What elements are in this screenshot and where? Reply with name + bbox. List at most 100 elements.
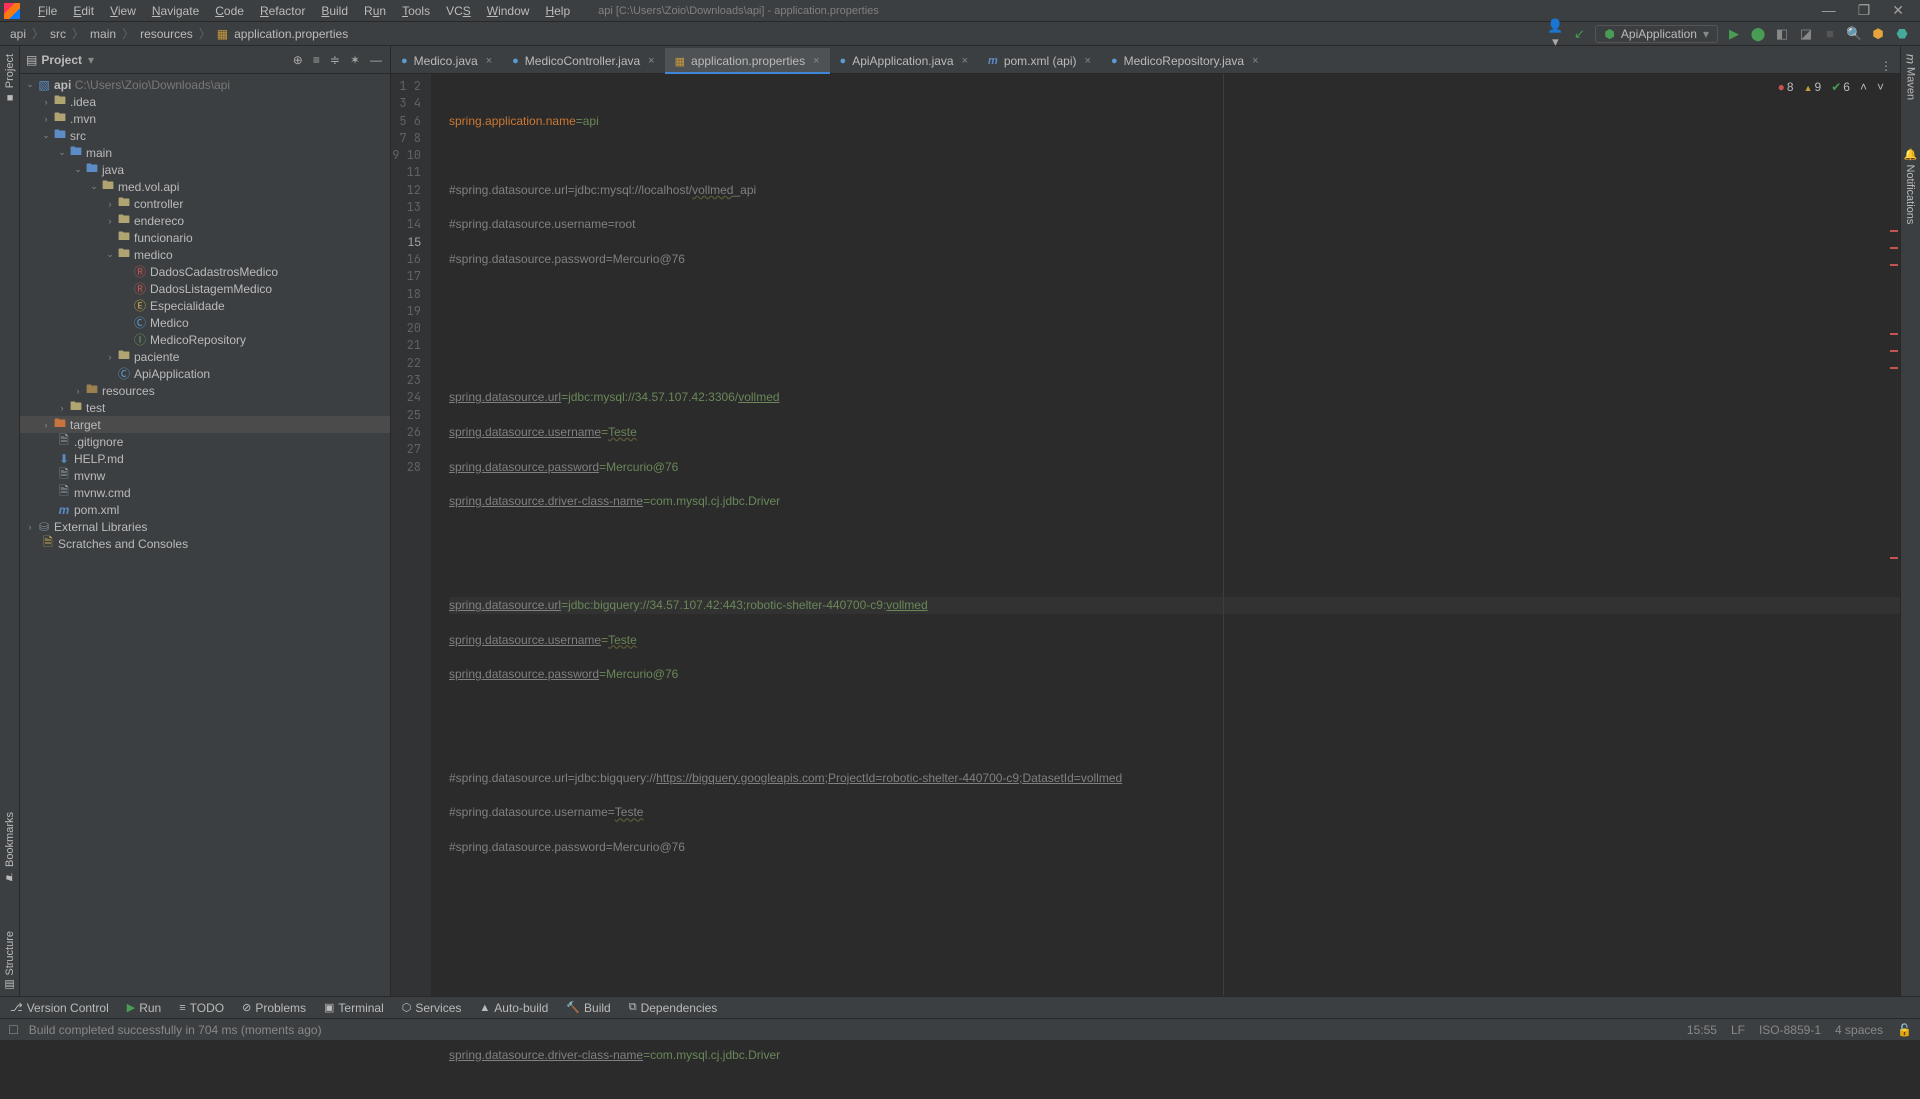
- vcs-update-icon[interactable]: ↙: [1571, 26, 1587, 42]
- tab-medicorepository[interactable]: MedicoRepository.java×: [1101, 47, 1269, 73]
- close-icon[interactable]: ✕: [1892, 2, 1904, 19]
- main-area: ■ Project ⚑ Bookmarks ▤ Structure ▤ Proj…: [0, 46, 1920, 996]
- menu-build[interactable]: Build: [313, 4, 356, 18]
- inspection-widget[interactable]: 8 9 6 ˄ ˅: [1774, 78, 1888, 96]
- ide-settings-icon[interactable]: ⬢: [1870, 26, 1886, 42]
- run-icon[interactable]: [1726, 26, 1742, 42]
- menu-refactor[interactable]: Refactor: [252, 4, 313, 18]
- close-icon: ×: [648, 55, 654, 67]
- window-title: api [C:\Users\Zoio\Downloads\api] - appl…: [598, 5, 879, 17]
- hide-icon[interactable]: —: [370, 53, 382, 67]
- chevron-down-icon[interactable]: ˅: [1877, 80, 1884, 94]
- run-config-label: ApiApplication: [1621, 27, 1697, 41]
- maven-tool-button[interactable]: m Maven: [1904, 50, 1918, 104]
- column-guide: [1223, 74, 1224, 996]
- tree-dcm: ⓇDadosCadastrosMedico: [20, 263, 390, 280]
- stop-icon[interactable]: ■: [1822, 26, 1838, 41]
- menu-run[interactable]: Run: [356, 4, 394, 18]
- quick-access-icon[interactable]: ☐: [8, 1023, 19, 1037]
- coverage-icon[interactable]: ◧: [1774, 26, 1790, 42]
- add-user-icon[interactable]: 👤▾: [1547, 18, 1563, 50]
- project-tool-button[interactable]: ■ Project: [4, 50, 16, 107]
- close-icon: ×: [1085, 55, 1091, 67]
- close-icon: ×: [962, 55, 968, 67]
- tab-medicocontroller[interactable]: MedicoController.java×: [502, 47, 664, 73]
- menu-code[interactable]: Code: [207, 4, 252, 18]
- menu-vcs[interactable]: VCS: [438, 4, 479, 18]
- tree-main: ⌄🖿main: [20, 144, 390, 161]
- tab-more-icon[interactable]: ⋮: [1872, 59, 1900, 73]
- minimize-icon[interactable]: —: [1822, 2, 1836, 19]
- notifications-tool-button[interactable]: 🔔 Notifications: [1904, 144, 1917, 228]
- tab-medico[interactable]: Medico.java×: [391, 47, 502, 73]
- tw-todo[interactable]: ≡TODO: [179, 1001, 224, 1015]
- locate-icon[interactable]: ⊕: [293, 53, 303, 67]
- tree-controller: ›🖿controller: [20, 195, 390, 212]
- tree-funcionario: 🖿funcionario: [20, 229, 390, 246]
- view-mode-dropdown[interactable]: ▾: [88, 53, 94, 67]
- intellij-logo-icon: [4, 3, 20, 19]
- tree-scratch: 🗎Scratches and Consoles: [20, 535, 390, 552]
- structure-tool-button[interactable]: ▤ Structure: [3, 927, 16, 996]
- editor-area: Medico.java× MedicoController.java× appl…: [391, 46, 1900, 996]
- tab-apiapplication[interactable]: ApiApplication.java×: [830, 47, 979, 73]
- crumb-1[interactable]: src: [46, 27, 70, 41]
- menu-navigate[interactable]: Navigate: [144, 4, 207, 18]
- error-count: 8: [1778, 80, 1794, 94]
- settings-icon[interactable]: ✶: [350, 53, 360, 67]
- notifications-icon[interactable]: ⬣: [1894, 26, 1910, 42]
- tree-medico: ⌄🖿medico: [20, 246, 390, 263]
- debug-icon[interactable]: ⬤: [1750, 26, 1766, 42]
- properties-icon: [217, 27, 228, 41]
- tw-terminal[interactable]: ▣Terminal: [324, 1001, 384, 1015]
- profile-icon[interactable]: ◪: [1798, 26, 1814, 42]
- menu-window[interactable]: Window: [479, 4, 538, 18]
- tree-mvnwcmd: 🗎mvnw.cmd: [20, 484, 390, 501]
- tree-endereco: ›🖿endereco: [20, 212, 390, 229]
- tw-problems[interactable]: ⊘Problems: [242, 1001, 306, 1015]
- tab-pom[interactable]: pom.xml (api)×: [978, 47, 1101, 73]
- close-icon: ×: [1252, 55, 1258, 67]
- sidebar-title[interactable]: Project: [41, 53, 82, 67]
- collapse-all-icon[interactable]: ≑: [330, 53, 340, 67]
- maximize-icon[interactable]: ❐: [1858, 2, 1871, 19]
- menu-help[interactable]: Help: [537, 4, 578, 18]
- code-editor[interactable]: 1 2 3 4 5 6 7 8 9 10 11 12 13 14 15 16 1…: [391, 74, 1900, 996]
- tw-run[interactable]: Run: [127, 1001, 161, 1015]
- error-stripe[interactable]: [1890, 142, 1898, 996]
- tree-target: ›🖿target: [20, 416, 390, 433]
- tree-java: ⌄🖿java: [20, 161, 390, 178]
- bookmarks-tool-button[interactable]: ⚑ Bookmarks: [3, 808, 16, 887]
- tree-mrepo: ⒾMedicoRepository: [20, 331, 390, 348]
- sidebar-header: ▤ Project ▾ ⊕ ≡ ≑ ✶ —: [20, 46, 390, 74]
- tree-test: ›🖿test: [20, 399, 390, 416]
- menu-view[interactable]: View: [102, 4, 144, 18]
- project-view-icon: ▤: [26, 53, 37, 67]
- menu-tools[interactable]: Tools: [394, 4, 438, 18]
- run-config-selector[interactable]: ⬢ ApiApplication ▾: [1595, 25, 1718, 43]
- tree-esp: ⒺEspecialidade: [20, 297, 390, 314]
- tab-application-properties[interactable]: application.properties×: [665, 48, 830, 74]
- line-gutter: 1 2 3 4 5 6 7 8 9 10 11 12 13 14 15 16 1…: [391, 74, 431, 996]
- project-sidebar: ▤ Project ▾ ⊕ ≡ ≑ ✶ — ⌄▧api C:\Users\Zoi…: [20, 46, 391, 996]
- tw-version-control[interactable]: ⎇Version Control: [10, 1001, 109, 1015]
- crumb-3[interactable]: resources: [136, 27, 197, 41]
- tree-mvnw: 🗎mvnw: [20, 467, 390, 484]
- crumb-2[interactable]: main: [86, 27, 120, 41]
- tree-root: ⌄▧api C:\Users\Zoio\Downloads\api: [20, 76, 390, 93]
- tree-pkg: ⌄🖿med.vol.api: [20, 178, 390, 195]
- menu-file[interactable]: File: [30, 4, 65, 18]
- chevron-up-icon[interactable]: ˄: [1860, 80, 1867, 94]
- search-icon[interactable]: 🔍: [1846, 26, 1862, 42]
- navbar: api〉 src〉 main〉 resources〉 application.p…: [0, 22, 1920, 46]
- code-content[interactable]: spring.application.name=api #spring.data…: [431, 74, 1900, 996]
- warning-count: 9: [1804, 80, 1822, 94]
- tree-dlm: ⓇDadosListagemMedico: [20, 280, 390, 297]
- expand-all-icon[interactable]: ≡: [313, 53, 320, 67]
- tree-gitignore: 🗎.gitignore: [20, 433, 390, 450]
- project-tree[interactable]: ⌄▧api C:\Users\Zoio\Downloads\api ›🖿.ide…: [20, 74, 390, 996]
- crumb-0[interactable]: api: [6, 27, 30, 41]
- menu-edit[interactable]: Edit: [65, 4, 102, 18]
- tree-help: ⬇HELP.md: [20, 450, 390, 467]
- crumb-4[interactable]: application.properties: [230, 27, 352, 41]
